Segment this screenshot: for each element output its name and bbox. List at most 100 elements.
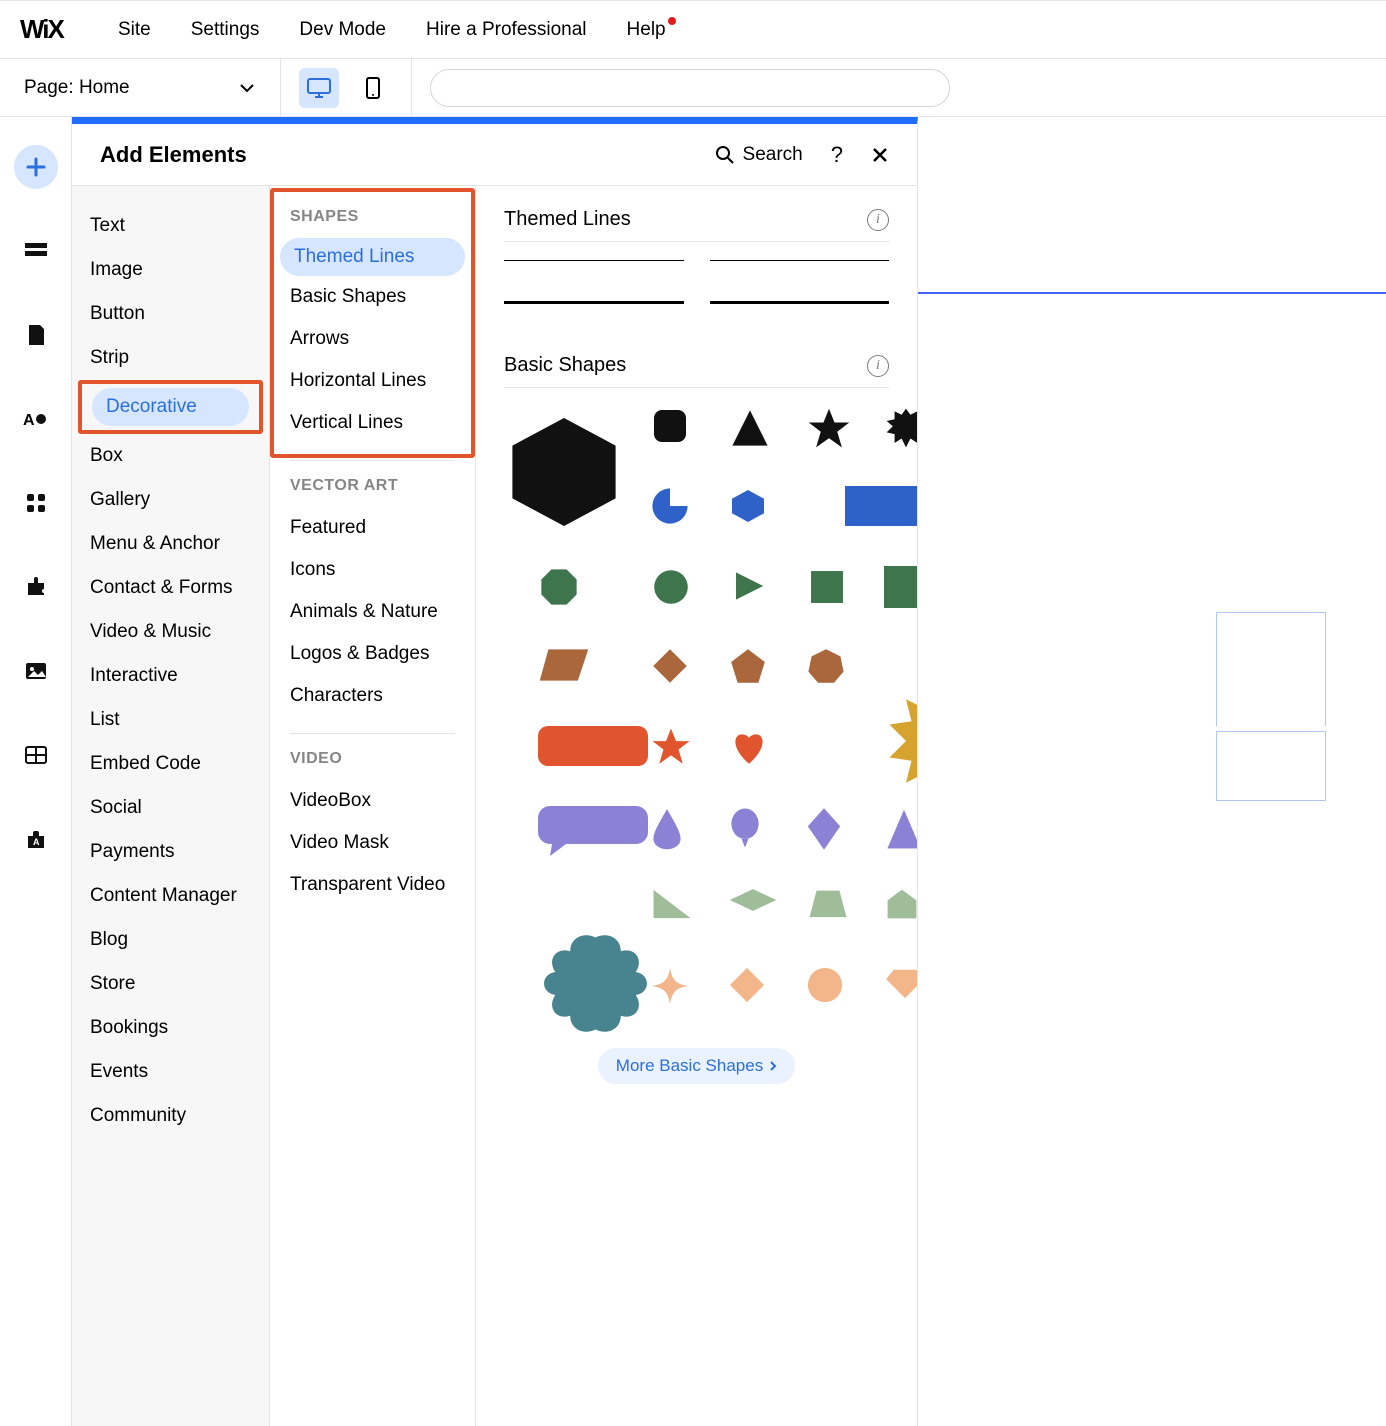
line-shape[interactable] — [504, 301, 684, 304]
sub-vertical-lines[interactable]: Vertical Lines — [270, 402, 475, 444]
balloon-shape[interactable] — [728, 806, 780, 858]
sub-icons[interactable]: Icons — [270, 549, 475, 591]
menu-site[interactable]: Site — [118, 19, 151, 41]
business-icon[interactable]: A — [14, 817, 58, 861]
help-button[interactable]: ? — [831, 142, 843, 168]
triangle-shape[interactable] — [728, 406, 780, 458]
cat-text[interactable]: Text — [72, 204, 269, 248]
rounded-rect-shape[interactable] — [538, 726, 590, 778]
cat-video-music[interactable]: Video & Music — [72, 610, 269, 654]
speech-rect-shape[interactable] — [884, 566, 917, 618]
add-elements-button[interactable] — [14, 145, 58, 189]
octagon-shape[interactable] — [538, 566, 590, 618]
sub-characters[interactable]: Characters — [270, 675, 475, 717]
burst-shape[interactable] — [884, 406, 917, 458]
cat-interactive[interactable]: Interactive — [72, 654, 269, 698]
square-shape[interactable] — [806, 566, 858, 618]
pie-shape[interactable] — [650, 486, 702, 538]
star-orange-shape[interactable] — [650, 726, 702, 778]
sub-logos-badges[interactable]: Logos & Badges — [270, 633, 475, 675]
trapezoid-shape[interactable] — [806, 886, 858, 938]
cat-contact-forms[interactable]: Contact & Forms — [72, 566, 269, 610]
play-triangle-shape[interactable] — [728, 566, 780, 618]
canvas-element[interactable] — [1216, 731, 1326, 801]
line-shape[interactable] — [504, 260, 684, 261]
sun-burst-shape[interactable] — [884, 686, 917, 738]
editor-canvas[interactable] — [918, 117, 1386, 1426]
sub-videobox[interactable]: VideoBox — [270, 780, 475, 822]
desktop-view-button[interactable] — [299, 68, 339, 108]
parallelogram-shape[interactable] — [538, 646, 590, 698]
menu-help[interactable]: Help — [627, 19, 666, 41]
heart-shape[interactable] — [728, 726, 780, 778]
line-shape[interactable] — [710, 301, 890, 304]
cat-menu-anchor[interactable]: Menu & Anchor — [72, 522, 269, 566]
speech-bubble-shape[interactable] — [538, 806, 590, 858]
mobile-view-button[interactable] — [353, 68, 393, 108]
cat-bookings[interactable]: Bookings — [72, 1006, 269, 1050]
menu-settings[interactable]: Settings — [191, 19, 260, 41]
cat-content-manager[interactable]: Content Manager — [72, 874, 269, 918]
sub-animals-nature[interactable]: Animals & Nature — [270, 591, 475, 633]
rounded-square-shape[interactable] — [650, 406, 702, 458]
pentagon-shape[interactable] — [728, 646, 780, 698]
cat-blog[interactable]: Blog — [72, 918, 269, 962]
page-selector[interactable]: Page: Home — [0, 77, 280, 99]
cat-gallery[interactable]: Gallery — [72, 478, 269, 522]
sub-basic-shapes[interactable]: Basic Shapes — [270, 276, 475, 318]
cat-store[interactable]: Store — [72, 962, 269, 1006]
cat-button[interactable]: Button — [72, 292, 269, 336]
heptagon-shape[interactable] — [806, 646, 858, 698]
house-shape[interactable] — [884, 886, 917, 938]
cat-social[interactable]: Social — [72, 786, 269, 830]
apps-icon[interactable] — [14, 481, 58, 525]
addons-icon[interactable] — [14, 565, 58, 609]
drop-shape[interactable] — [650, 806, 702, 858]
hexagon-shape[interactable] — [504, 412, 624, 532]
sub-transparent-video[interactable]: Transparent Video — [270, 864, 475, 906]
canvas-element[interactable] — [1216, 612, 1326, 726]
cat-list[interactable]: List — [72, 698, 269, 742]
line-shape[interactable] — [710, 260, 890, 261]
rhombus-flat-shape[interactable] — [728, 886, 780, 938]
info-icon[interactable]: i — [867, 355, 889, 377]
panel-search[interactable]: Search — [715, 144, 803, 166]
design-icon[interactable]: A — [14, 397, 58, 441]
search-input[interactable] — [430, 69, 950, 107]
cat-embed-code[interactable]: Embed Code — [72, 742, 269, 786]
more-basic-shapes-button[interactable]: More Basic Shapes — [598, 1048, 795, 1084]
sub-video-mask[interactable]: Video Mask — [270, 822, 475, 864]
gem-shape[interactable] — [884, 966, 917, 1018]
cat-box[interactable]: Box — [72, 434, 269, 478]
sparkle-shape[interactable] — [650, 966, 702, 1018]
circle-shape[interactable] — [650, 566, 702, 618]
pages-icon[interactable] — [14, 313, 58, 357]
close-button[interactable] — [871, 146, 889, 164]
kite-shape[interactable] — [806, 806, 858, 858]
sub-horizontal-lines[interactable]: Horizontal Lines — [270, 360, 475, 402]
cat-payments[interactable]: Payments — [72, 830, 269, 874]
diamond-shape[interactable] — [650, 646, 702, 698]
media-icon[interactable] — [14, 649, 58, 693]
rectangle-shape[interactable] — [845, 486, 897, 538]
menu-hire-professional[interactable]: Hire a Professional — [426, 19, 587, 41]
cat-strip[interactable]: Strip — [72, 336, 269, 380]
cat-image[interactable]: Image — [72, 248, 269, 292]
sub-themed-lines[interactable]: Themed Lines — [280, 238, 465, 276]
right-triangle-shape[interactable] — [650, 886, 702, 938]
content-icon[interactable] — [14, 733, 58, 777]
sub-featured[interactable]: Featured — [270, 507, 475, 549]
cat-events[interactable]: Events — [72, 1050, 269, 1094]
hexagon-small-shape[interactable] — [728, 486, 780, 538]
sub-arrows[interactable]: Arrows — [270, 318, 475, 360]
sections-icon[interactable] — [14, 229, 58, 273]
star-shape[interactable] — [806, 406, 858, 458]
flower-cloud-shape[interactable] — [538, 926, 590, 978]
cat-decorative[interactable]: Decorative — [92, 388, 249, 426]
menu-dev-mode[interactable]: Dev Mode — [299, 19, 386, 41]
cat-community[interactable]: Community — [72, 1094, 269, 1138]
circle-peach-shape[interactable] — [806, 966, 858, 1018]
cone-shape[interactable] — [884, 806, 917, 858]
diamond-peach-shape[interactable] — [728, 966, 780, 1018]
info-icon[interactable]: i — [867, 209, 889, 231]
